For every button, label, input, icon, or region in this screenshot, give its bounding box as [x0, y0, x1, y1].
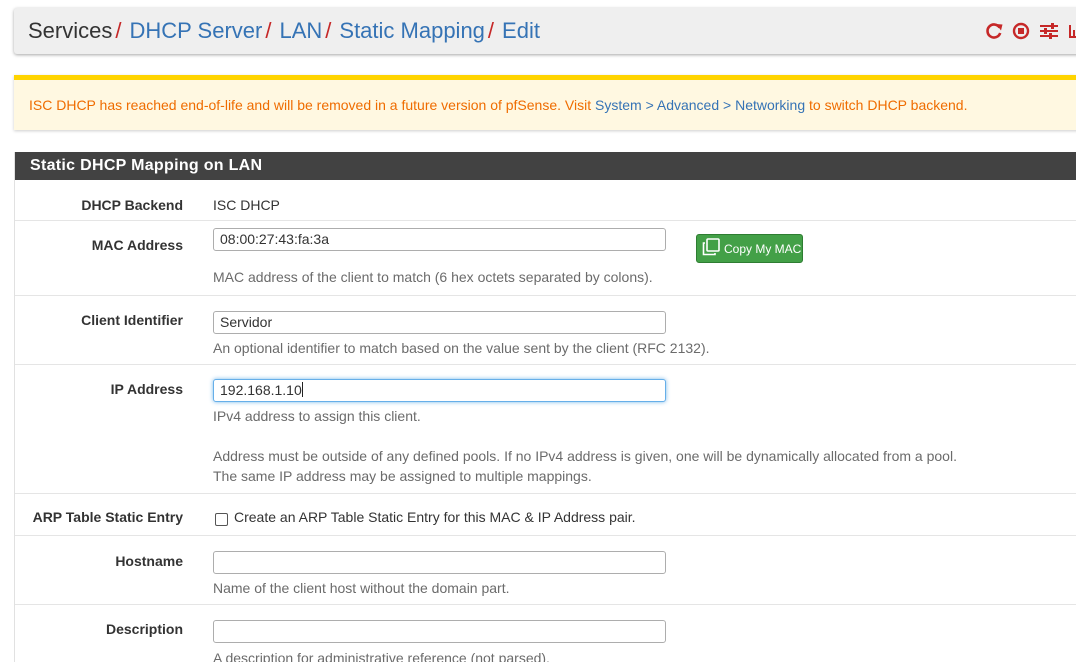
- static-mapping-panel: Static DHCP Mapping on LAN DHCP Backend …: [14, 152, 1076, 662]
- value-dhcp-backend: ISC DHCP: [213, 197, 280, 213]
- description-input[interactable]: [213, 620, 666, 643]
- panel-title: Static DHCP Mapping on LAN: [15, 152, 1076, 180]
- client-identifier-input[interactable]: Servidor: [213, 311, 666, 334]
- row-mac-address: MAC Address 08:00:27:43:fa:3a Copy My MA…: [15, 221, 1076, 296]
- row-client-identifier: Client Identifier Servidor An optional i…: [15, 296, 1076, 365]
- label-client-identifier: Client Identifier: [81, 312, 183, 328]
- ip-address-input[interactable]: 192.168.1.10: [213, 379, 666, 402]
- breadcrumb-separator: /: [325, 18, 332, 43]
- help-ip-pools: Address must be outside of any defined p…: [213, 448, 957, 464]
- arp-static-entry-checkbox[interactable]: [215, 513, 228, 526]
- copy-my-mac-button[interactable]: Copy My MAC: [696, 234, 803, 263]
- help-hostname: Name of the client host without the doma…: [213, 580, 510, 596]
- help-description: A description for administrative referen…: [213, 650, 550, 662]
- label-description: Description: [105, 621, 183, 637]
- help-client-identifier: An optional identifier to match based on…: [213, 340, 710, 356]
- copy-icon: [702, 238, 720, 259]
- arp-static-entry-checkbox-label[interactable]: Create an ARP Table Static Entry for thi…: [234, 509, 636, 525]
- breadcrumb-separator: /: [115, 18, 122, 43]
- label-arp-static-entry: ARP Table Static Entry: [32, 509, 183, 525]
- stop-icon[interactable]: [1012, 22, 1030, 40]
- alert-text-end: to switch DHCP backend.: [805, 97, 968, 113]
- label-hostname: Hostname: [115, 553, 183, 569]
- breadcrumb-edit[interactable]: Edit: [502, 18, 540, 44]
- breadcrumb-dhcp-server[interactable]: DHCP Server: [129, 18, 262, 44]
- label-mac-address: MAC Address: [91, 237, 183, 253]
- breadcrumb-separator: /: [265, 18, 272, 43]
- bar-chart-icon[interactable]: [1068, 22, 1076, 40]
- help-ip-address: IPv4 address to assign this client.: [213, 408, 421, 424]
- breadcrumb-lan[interactable]: LAN: [279, 18, 322, 44]
- help-ip-multiple: The same IP address may be assigned to m…: [213, 468, 592, 484]
- row-arp-static-entry: ARP Table Static Entry Create an ARP Tab…: [15, 494, 1076, 536]
- row-ip-address: IP Address 192.168.1.10 IPv4 address to …: [15, 365, 1076, 494]
- header-icon-bar: [985, 8, 1076, 54]
- help-mac-address: MAC address of the client to match (6 he…: [213, 269, 653, 285]
- mac-address-input[interactable]: 08:00:27:43:fa:3a: [213, 228, 666, 251]
- row-description: Description A description for administra…: [15, 605, 1076, 662]
- breadcrumb-services: Services: [28, 18, 113, 43]
- alert-text: ISC DHCP has reached end-of-life and wil…: [29, 97, 595, 113]
- alert-networking-link[interactable]: System > Advanced > Networking: [595, 97, 805, 113]
- text-caret: [301, 382, 303, 397]
- hostname-input[interactable]: [213, 551, 666, 574]
- breadcrumb-static-mapping[interactable]: Static Mapping: [339, 18, 485, 44]
- sliders-icon[interactable]: [1039, 22, 1059, 40]
- eol-warning-alert: ISC DHCP has reached end-of-life and wil…: [14, 75, 1076, 130]
- breadcrumb-separator: /: [487, 18, 495, 43]
- row-hostname: Hostname Name of the client host without…: [15, 536, 1076, 605]
- refresh-icon[interactable]: [985, 22, 1003, 40]
- copy-my-mac-label: Copy My MAC: [724, 241, 802, 256]
- label-dhcp-backend: DHCP Backend: [81, 197, 183, 213]
- ip-address-value: 192.168.1.10: [220, 382, 302, 398]
- breadcrumb: Services / DHCP Server / LAN / Static Ma…: [14, 8, 1076, 54]
- label-ip-address: IP Address: [110, 381, 183, 397]
- row-dhcp-backend: DHCP Backend ISC DHCP: [15, 180, 1076, 221]
